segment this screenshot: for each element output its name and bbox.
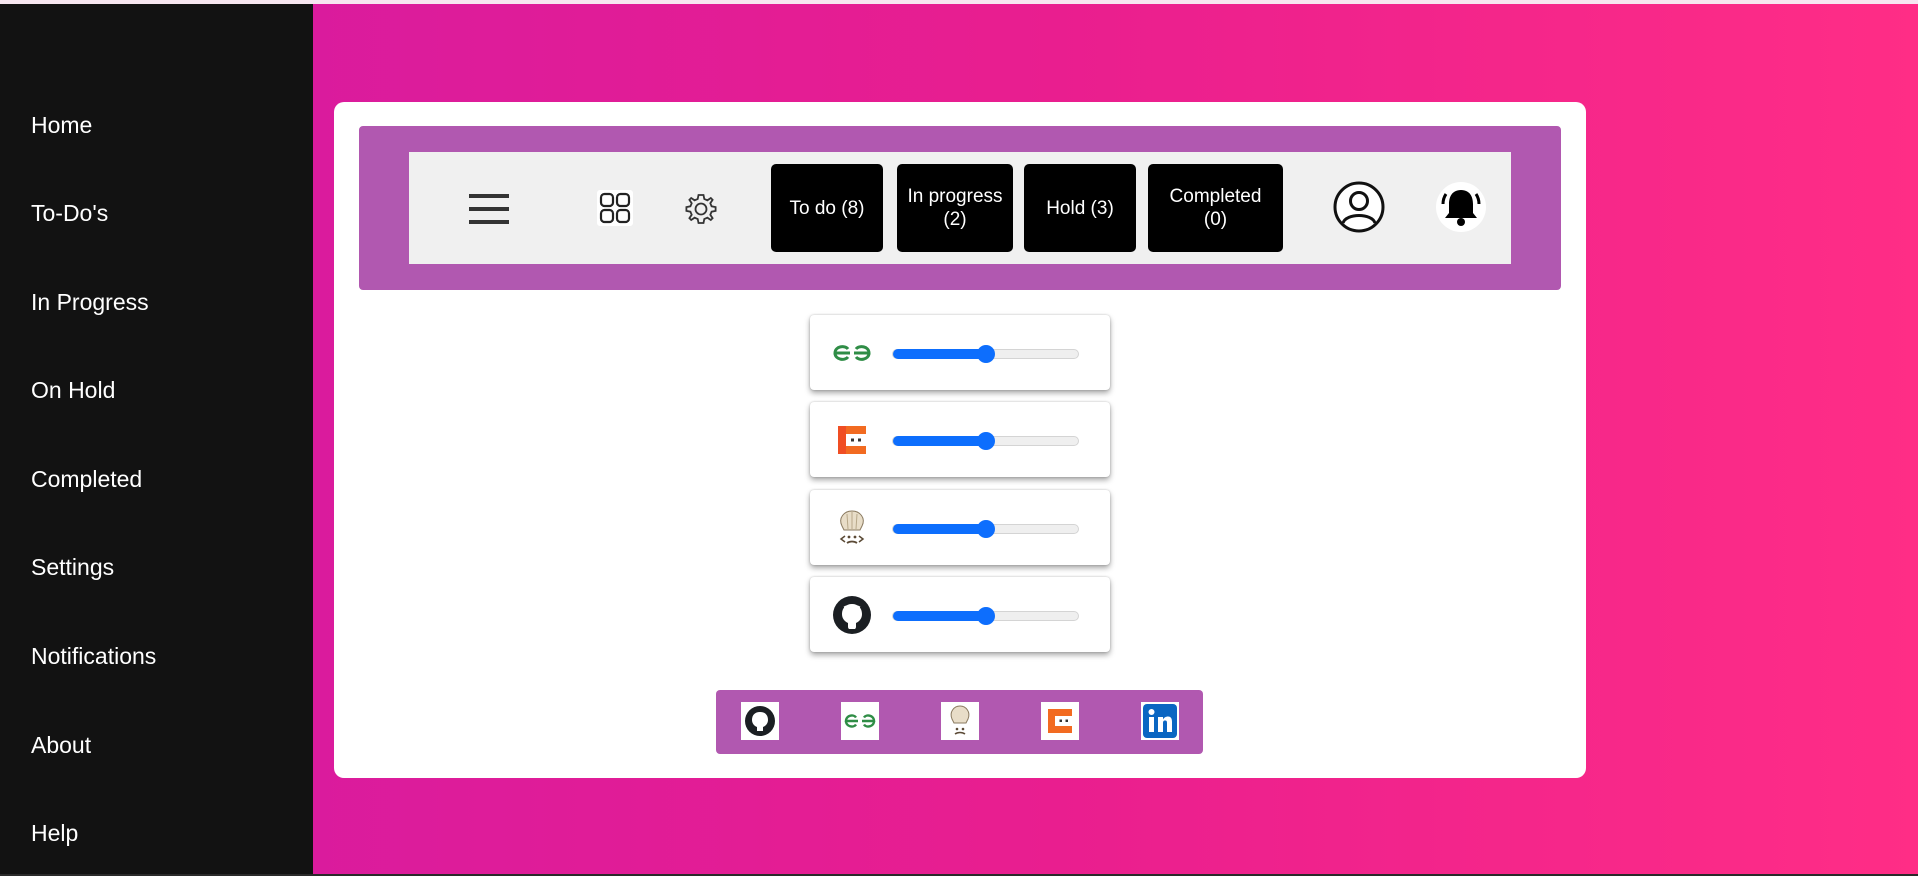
sidebar-item-on-hold[interactable]: On Hold (31, 377, 115, 404)
sidebar-item-notifications[interactable]: Notifications (31, 643, 156, 670)
sidebar-item-in-progress[interactable]: In Progress (31, 289, 149, 316)
completed-status-button[interactable]: Completed (0) (1148, 164, 1283, 252)
github-icon (833, 596, 871, 634)
in-progress-status-button[interactable]: In progress (2) (897, 164, 1013, 252)
geeksforgeeks-link[interactable] (841, 702, 879, 740)
sidebar-item-completed[interactable]: Completed (31, 466, 142, 493)
slider[interactable] (892, 607, 1079, 625)
user-icon[interactable] (1333, 181, 1385, 233)
slider-thumb[interactable] (976, 345, 995, 363)
linkedin-icon (1143, 704, 1177, 738)
codechef-icon (950, 705, 970, 735)
sidebar-item-todos[interactable]: To-Do's (31, 200, 108, 227)
grid-icon[interactable] (597, 190, 633, 226)
sidebar-item-home[interactable]: Home (31, 112, 92, 139)
codingninjas-icon (838, 426, 866, 454)
menu-icon[interactable] (469, 192, 509, 226)
github-link[interactable] (741, 702, 779, 740)
sidebar-item-settings[interactable]: Settings (31, 554, 114, 581)
slider[interactable] (892, 432, 1079, 450)
social-links-bar (716, 690, 1203, 754)
codingninjas-link[interactable] (1041, 702, 1079, 740)
codechef-icon (839, 510, 865, 544)
slider-thumb[interactable] (976, 607, 995, 625)
sidebar: Home To-Do's In Progress On Hold Complet… (0, 4, 313, 876)
sidebar-item-help[interactable]: Help (31, 820, 78, 847)
geeksforgeeks-icon (833, 345, 871, 361)
slider-card-codingninjas (810, 402, 1110, 477)
slider-fill (893, 611, 986, 621)
slider-fill (893, 349, 986, 359)
github-icon (745, 706, 775, 736)
slider-fill (893, 436, 986, 446)
slider-card-codechef (810, 490, 1110, 565)
codechef-link[interactable] (941, 702, 979, 740)
sidebar-item-about[interactable]: About (31, 732, 91, 759)
main-card: To do (8) In progress (2) Hold (3) Compl… (334, 102, 1586, 778)
slider-fill (893, 524, 986, 534)
todo-status-button[interactable]: To do (8) (771, 164, 883, 252)
bell-icon[interactable] (1436, 182, 1486, 232)
gear-icon[interactable] (684, 192, 718, 226)
slider-card-github (810, 577, 1110, 652)
toolbar: To do (8) In progress (2) Hold (3) Compl… (409, 152, 1511, 264)
slider-thumb[interactable] (976, 520, 995, 538)
linkedin-link[interactable] (1141, 702, 1179, 740)
slider[interactable] (892, 345, 1079, 363)
slider-thumb[interactable] (976, 432, 995, 450)
slider-card-geeksforgeeks (810, 315, 1110, 390)
slider[interactable] (892, 520, 1079, 538)
header-band: To do (8) In progress (2) Hold (3) Compl… (359, 126, 1561, 290)
hold-status-button[interactable]: Hold (3) (1024, 164, 1136, 252)
codingninjas-icon (1048, 709, 1072, 733)
geeksforgeeks-icon (844, 714, 876, 728)
